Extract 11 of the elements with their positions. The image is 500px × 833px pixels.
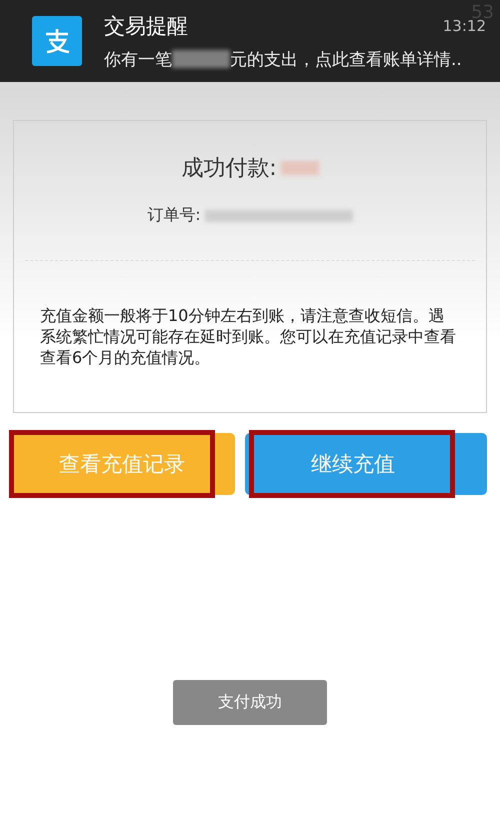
toast-message: 支付成功 xyxy=(173,680,327,725)
redacted-amount xyxy=(172,50,230,68)
redacted-amount xyxy=(280,161,319,175)
app-icon xyxy=(32,16,82,66)
notification-text: 元的支出，点此查看账单详情.. xyxy=(230,48,462,70)
notification-text: 你有一笔 xyxy=(104,48,172,70)
recharge-note: 充值金额一般将于10分钟左右到账，请注意查收短信。遇系统繁忙情况可能存在延时到账。您可以在充值记录中查看查看6个月的充值情况。 xyxy=(40,305,457,368)
amount-label: 成功付款: xyxy=(181,155,277,183)
continue-button[interactable]: 继续充值 xyxy=(245,433,487,495)
notification-title: 交易提醒 xyxy=(104,12,188,40)
order-label: 订单号: xyxy=(147,205,201,226)
